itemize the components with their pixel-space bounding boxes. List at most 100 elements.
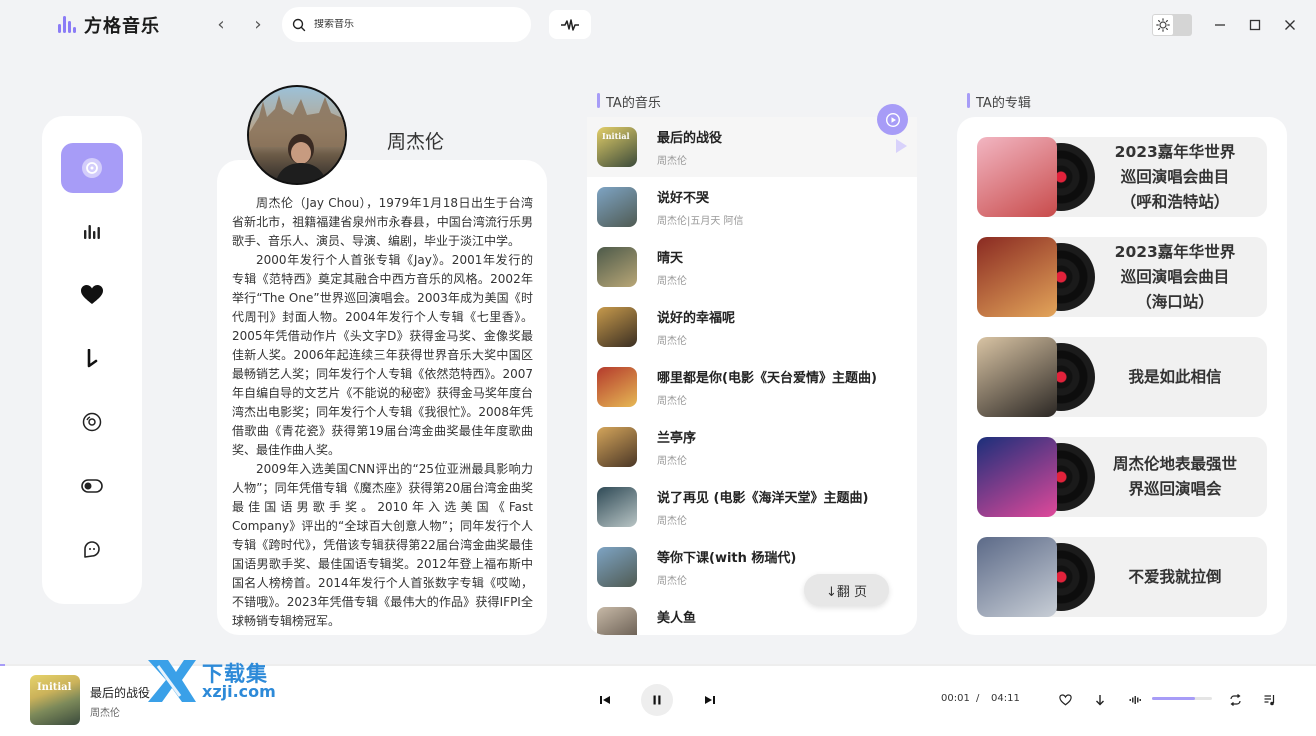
song-artist: 周杰伦|五月天 阿信	[657, 216, 744, 227]
watermark-url: xzji.com	[202, 682, 276, 701]
heart-icon	[81, 285, 103, 304]
sidebar-item-downloads[interactable]	[61, 334, 123, 384]
previous-button[interactable]	[597, 692, 613, 708]
pause-button[interactable]	[641, 684, 673, 716]
album-name: 2023嘉年华世界巡回演唱会曲目（呼和浩特站）	[1114, 142, 1236, 211]
album-list: 2023嘉年华世界巡回演唱会曲目（呼和浩特站） 2023嘉年华世界巡回演唱会曲目（…	[957, 117, 1287, 635]
playlist-icon	[1264, 695, 1275, 706]
songs-section-title: TA的音乐	[597, 92, 661, 111]
sidebar-item-charts[interactable]	[61, 206, 123, 256]
current-time: 00:01	[941, 693, 970, 704]
sidebar-item-local[interactable]	[61, 397, 123, 447]
play-all-button[interactable]	[877, 104, 908, 135]
minimize-icon	[1215, 24, 1225, 26]
song-cover	[597, 307, 637, 347]
like-button[interactable]	[1057, 692, 1073, 708]
sidebar-item-discover[interactable]	[61, 143, 123, 193]
song-artist: 周杰伦	[657, 336, 687, 347]
artist-avatar	[247, 85, 347, 185]
maximize-icon	[1249, 19, 1261, 31]
album-name: 2023嘉年华世界巡回演唱会曲目（海口站）	[1114, 242, 1236, 311]
pause-icon	[653, 695, 661, 705]
artist-bio: 周杰伦（Jay Chou），1979年1月18日出生于台湾省新北市，祖籍福建省泉…	[217, 160, 547, 635]
song-title: 说好的幸福呢	[657, 311, 736, 326]
song-artist: 周杰伦	[657, 156, 687, 167]
song-cover	[597, 427, 637, 467]
song-title: 等你下课(with 杨瑞代)	[657, 551, 797, 566]
previous-icon	[600, 696, 610, 704]
song-artist: 周杰伦	[657, 516, 687, 527]
close-button[interactable]	[1279, 14, 1301, 36]
song-cover	[597, 247, 637, 287]
song-row[interactable]: Initial 最后的战役周杰伦	[587, 117, 917, 177]
song-row[interactable]: 晴天 周杰伦	[587, 237, 917, 297]
listen-recognize-button[interactable]	[549, 10, 591, 39]
now-playing-title: 最后的战役	[90, 686, 151, 700]
song-title: 最后的战役	[657, 131, 723, 146]
bio-paragraph: 2009年入选美国CNN评出的“25位亚洲最具影响力人物”；同年凭借专辑《魔杰座…	[232, 462, 533, 628]
sidebar-item-about[interactable]	[61, 525, 123, 575]
toggle-icon	[81, 479, 103, 493]
album-cover	[977, 137, 1057, 217]
time-separator: /	[976, 693, 980, 704]
volume-button[interactable]	[1127, 692, 1143, 708]
song-artist: 周杰伦	[657, 456, 687, 467]
bio-paragraph: 2000年发行个人首张专辑《Jay》。2001年发行的专辑《范特西》奠定其融合中…	[232, 253, 533, 457]
song-row[interactable]: 哪里都是你(电影《天台爱情》主题曲) 周杰伦	[587, 357, 917, 417]
album-cover	[977, 437, 1057, 517]
disc-icon	[82, 158, 102, 178]
volume-wave-icon	[1129, 696, 1141, 704]
song-title: 哪里都是你(电影《天台爱情》主题曲)	[657, 371, 877, 386]
song-list: Initial 最后的战役 周杰伦 说好不哭 周杰伦|五月天 阿信 晴天 周杰伦 说好的幸福呢…	[587, 117, 917, 635]
song-cover	[597, 367, 637, 407]
album-name: 我是如此相信	[1128, 367, 1222, 386]
play-indicator-icon[interactable]	[896, 139, 907, 153]
close-icon	[1285, 20, 1295, 30]
next-button[interactable]	[702, 692, 718, 708]
album-card[interactable]: 周杰伦地表最强世界巡回演唱会	[977, 437, 1267, 517]
total-time: 04:11	[991, 693, 1020, 704]
artist-name: 周杰伦	[387, 131, 445, 153]
song-title: 美人鱼	[657, 611, 697, 626]
waveform-icon	[561, 18, 579, 31]
song-cover	[597, 187, 637, 227]
search-input[interactable]	[314, 19, 494, 30]
logo-wave-icon	[58, 14, 78, 36]
song-row[interactable]: 兰亭序 周杰伦	[587, 417, 917, 477]
arrow-down-icon	[1096, 695, 1104, 706]
next-page-button[interactable]: ↓翻 页	[804, 574, 889, 606]
cd-icon	[82, 412, 102, 432]
repeat-mode-button[interactable]	[1227, 692, 1243, 708]
back-button[interactable]: ‹	[212, 14, 230, 36]
album-card[interactable]: 2023嘉年华世界巡回演唱会曲目（海口站）	[977, 237, 1267, 317]
album-card[interactable]: 2023嘉年华世界巡回演唱会曲目（呼和浩特站）	[977, 137, 1267, 217]
repeat-icon	[1229, 694, 1241, 706]
song-title: 说好不哭	[657, 191, 710, 206]
album-name: 周杰伦地表最强世界巡回演唱会	[1112, 455, 1237, 498]
song-cover: Initial	[597, 127, 637, 167]
song-cover	[597, 607, 637, 635]
song-cover	[597, 487, 637, 527]
album-card[interactable]: 我是如此相信	[977, 337, 1267, 417]
album-card[interactable]: 不爱我就拉倒	[977, 537, 1267, 617]
search-icon	[292, 18, 306, 31]
sidebar	[42, 116, 142, 604]
download-icon	[87, 349, 98, 368]
theme-toggle[interactable]	[1152, 14, 1192, 36]
song-row[interactable]: 说了再见 (电影《海洋天堂》主题曲) 周杰伦	[587, 477, 917, 537]
search-box[interactable]	[282, 7, 531, 42]
playlist-button[interactable]	[1262, 692, 1278, 708]
minimize-button[interactable]	[1209, 14, 1231, 36]
maximize-button[interactable]	[1244, 14, 1266, 36]
album-name: 不爱我就拉倒	[1128, 567, 1222, 586]
volume-slider[interactable]	[1152, 697, 1212, 700]
forward-button[interactable]: ›	[249, 14, 267, 36]
download-button[interactable]	[1092, 692, 1108, 708]
sidebar-item-settings[interactable]	[61, 461, 123, 511]
song-row[interactable]: 说好的幸福呢 周杰伦	[587, 297, 917, 357]
now-playing-cover[interactable]: Initial	[30, 675, 80, 725]
sidebar-item-favorites[interactable]	[61, 270, 123, 320]
song-artist: 周杰伦	[657, 276, 687, 287]
song-row[interactable]: 说好不哭周杰伦|五月天 阿信	[587, 177, 917, 237]
bio-paragraph: 周杰伦（Jay Chou），1979年1月18日出生于台湾省新北市，祖籍福建省泉…	[232, 196, 533, 248]
